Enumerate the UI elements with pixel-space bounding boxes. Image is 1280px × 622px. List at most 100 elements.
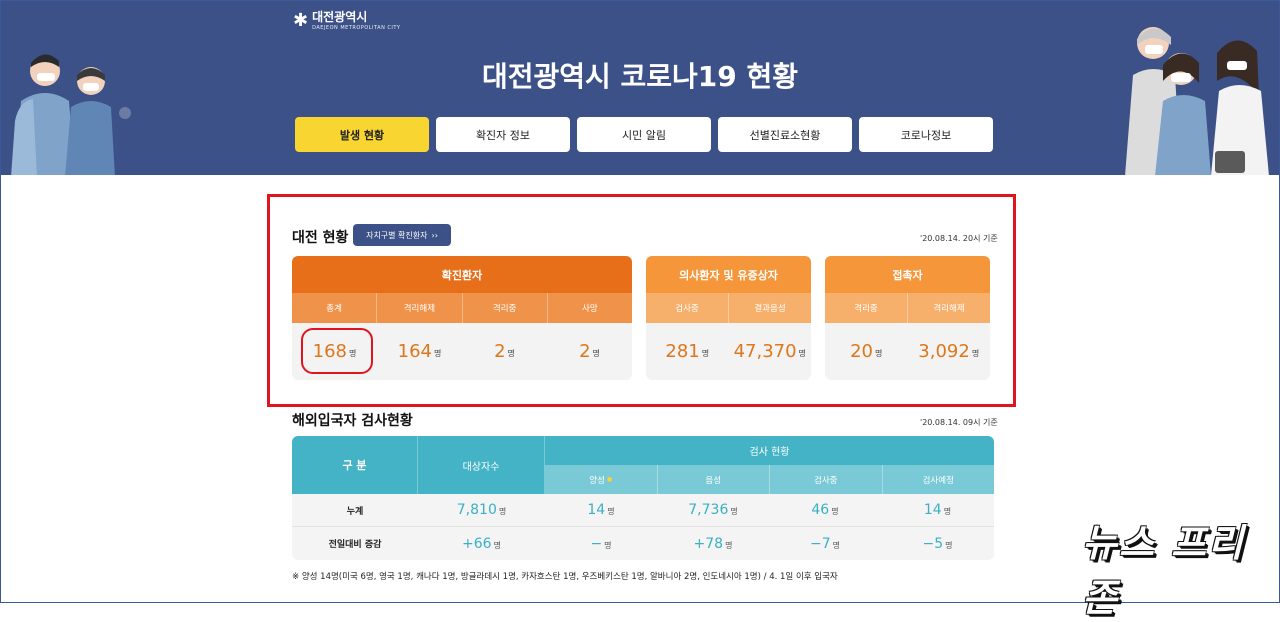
unit: 명 bbox=[592, 349, 600, 358]
tab-corona-info[interactable]: 코로나정보 bbox=[859, 117, 993, 152]
row-scheduled: 14 명 bbox=[881, 494, 994, 526]
unit: 명 bbox=[832, 540, 840, 550]
overseas-table: 구 분 대상자수 검사 현황 양성 ● 음성 검사중 검사예정 누계 7,810 명… bbox=[292, 436, 994, 560]
contacts-released: 3,092 명 bbox=[908, 323, 991, 380]
row-scheduled: −5 명 bbox=[881, 527, 994, 560]
unit: 명 bbox=[875, 349, 883, 358]
status-timestamp: '20.08.14. 20시 기준 bbox=[920, 234, 998, 243]
contacts-header: 접촉자 bbox=[825, 256, 990, 293]
value: 7,810 bbox=[456, 502, 497, 518]
tab-outbreak-status[interactable]: 발생 현황 bbox=[295, 117, 429, 152]
value: 2 bbox=[579, 341, 591, 362]
value: −7 bbox=[809, 535, 831, 552]
contacts-card: 접촉자 격리중 격리해제 20 명 3,092 명 bbox=[825, 256, 990, 380]
logo-name: 대전광역시 bbox=[312, 10, 368, 24]
subheader-positive: 양성 ● bbox=[545, 465, 658, 494]
unit: 명 bbox=[730, 507, 738, 516]
unit: 명 bbox=[498, 507, 507, 516]
suspected-negative: 47,370 명 bbox=[729, 323, 812, 380]
value: 20 bbox=[850, 341, 874, 362]
confirmed-col-isolated: 격리중 bbox=[463, 293, 548, 323]
unit: 명 bbox=[607, 507, 615, 516]
suspected-header: 의사환자 및 유증상자 bbox=[646, 256, 811, 293]
unit: 명 bbox=[945, 540, 953, 550]
city-emblem-icon: ✱ bbox=[293, 10, 309, 31]
contacts-col-released: 격리해제 bbox=[933, 304, 965, 314]
confirmed-col-total: 총계 bbox=[292, 293, 378, 323]
tab-citizen-notice[interactable]: 시민 알림 bbox=[577, 117, 711, 152]
subheader-scheduled: 검사예정 bbox=[882, 465, 994, 494]
subheader-negative: 음성 bbox=[657, 465, 770, 494]
status-section-title: 대전 현황 bbox=[292, 230, 349, 246]
value: +78 bbox=[693, 535, 724, 552]
row-positive: 14 명 bbox=[545, 494, 657, 526]
unit: 명 bbox=[725, 540, 733, 550]
unit: 명 bbox=[943, 507, 952, 516]
confirmed-released: 164 명 bbox=[377, 323, 462, 380]
unit: 명 bbox=[604, 540, 612, 550]
value: 46 bbox=[811, 502, 830, 518]
subheader-positive-label: 양성 bbox=[589, 475, 605, 486]
unit: 명 bbox=[831, 507, 839, 516]
value: − bbox=[590, 535, 603, 552]
header-target: 대상자수 bbox=[418, 436, 545, 494]
confirmed-col-deaths: 사망 bbox=[582, 304, 598, 314]
main-nav: 발생 현황 확진자 정보 시민 알림 선별진료소현황 코로나정보 bbox=[295, 117, 993, 152]
row-target: +66 명 bbox=[418, 527, 545, 560]
table-row: 누계 7,810 명 14 명 7,736 명 46 명 14 명 bbox=[292, 494, 994, 527]
news-watermark-logo: 뉴스 프리존 bbox=[1082, 521, 1246, 620]
suspected-testing: 281 명 bbox=[646, 323, 729, 380]
unit: 명 bbox=[798, 349, 806, 358]
suspected-col-testing: 검사중 bbox=[646, 293, 729, 323]
value: 3,092 bbox=[918, 341, 970, 362]
value: 281 bbox=[665, 341, 700, 362]
row-target: 7,810 명 bbox=[418, 494, 545, 526]
tab-screening-clinics[interactable]: 선별진료소현황 bbox=[718, 117, 852, 152]
row-positive: − 명 bbox=[545, 527, 657, 560]
overseas-footnote: ※ 양성 14명(미국 6명, 영국 1명, 캐나다 1명, 방글라데시 1명,… bbox=[292, 572, 838, 582]
highlight-circle bbox=[301, 328, 373, 374]
page-title: 대전광역시 코로나19 현황 bbox=[481, 60, 799, 93]
double-chevron-right-icon: ›› bbox=[431, 230, 438, 240]
logo-subtitle: DAEJEON METROPOLITAN CITY bbox=[312, 25, 401, 31]
unit: 명 bbox=[701, 349, 710, 358]
value: 2 bbox=[494, 341, 506, 362]
table-row: 전일대비 증감 +66 명 − 명 +78 명 −7 명 −5 명 bbox=[292, 527, 994, 560]
unit: 명 bbox=[433, 349, 442, 358]
header-test-status: 검사 현황 bbox=[545, 436, 994, 465]
confirmed-deaths: 2명 bbox=[547, 323, 632, 380]
value: 14 bbox=[587, 502, 606, 518]
subheader-testing: 검사중 bbox=[770, 465, 883, 494]
suspected-col-negative: 결과음성 bbox=[754, 304, 786, 314]
value: 7,736 bbox=[688, 502, 729, 518]
overseas-timestamp: '20.08.14. 09시 기준 bbox=[920, 418, 998, 427]
row-negative: +78 명 bbox=[657, 527, 769, 560]
row-label: 누계 bbox=[346, 506, 364, 517]
suspected-card: 의사환자 및 유증상자 검사중 결과음성 281 명 47,370 명 bbox=[646, 256, 811, 380]
value: +66 bbox=[462, 535, 492, 552]
confirmed-col-released: 격리해제 bbox=[377, 293, 463, 323]
value: 47,370 bbox=[733, 341, 797, 362]
people-illustration-right bbox=[1125, 27, 1269, 175]
value: 164 bbox=[397, 341, 432, 362]
overseas-section-title: 해외입국자 검사현황 bbox=[292, 413, 413, 429]
unit: 명 bbox=[507, 349, 515, 358]
row-testing: −7 명 bbox=[769, 527, 881, 560]
row-negative: 7,736 명 bbox=[657, 494, 769, 526]
confirmed-isolated: 2명 bbox=[462, 323, 547, 380]
city-logo[interactable]: ✱ 대전광역시 DAEJEON METROPOLITAN CITY bbox=[293, 11, 400, 31]
tab-patient-info[interactable]: 확진자 정보 bbox=[436, 117, 570, 152]
row-testing: 46 명 bbox=[769, 494, 881, 526]
value: −5 bbox=[922, 535, 944, 552]
unit: 명 bbox=[493, 540, 501, 550]
unit: 명 bbox=[971, 349, 980, 358]
contacts-isolated: 20 명 bbox=[825, 323, 908, 380]
contacts-col-isolated: 격리중 bbox=[825, 293, 908, 323]
header-banner: ✱ 대전광역시 DAEJEON METROPOLITAN CITY 대전광역시 … bbox=[1, 1, 1279, 175]
confirmed-header: 확진환자 bbox=[292, 256, 632, 293]
district-cases-label: 자치구별 확진환자 bbox=[366, 230, 428, 240]
district-cases-button[interactable]: 자치구별 확진환자 ›› bbox=[353, 224, 451, 246]
positive-dot-icon: ● bbox=[606, 476, 613, 483]
header-category: 구 분 bbox=[292, 436, 418, 494]
row-label: 전일대비 증감 bbox=[328, 540, 382, 550]
